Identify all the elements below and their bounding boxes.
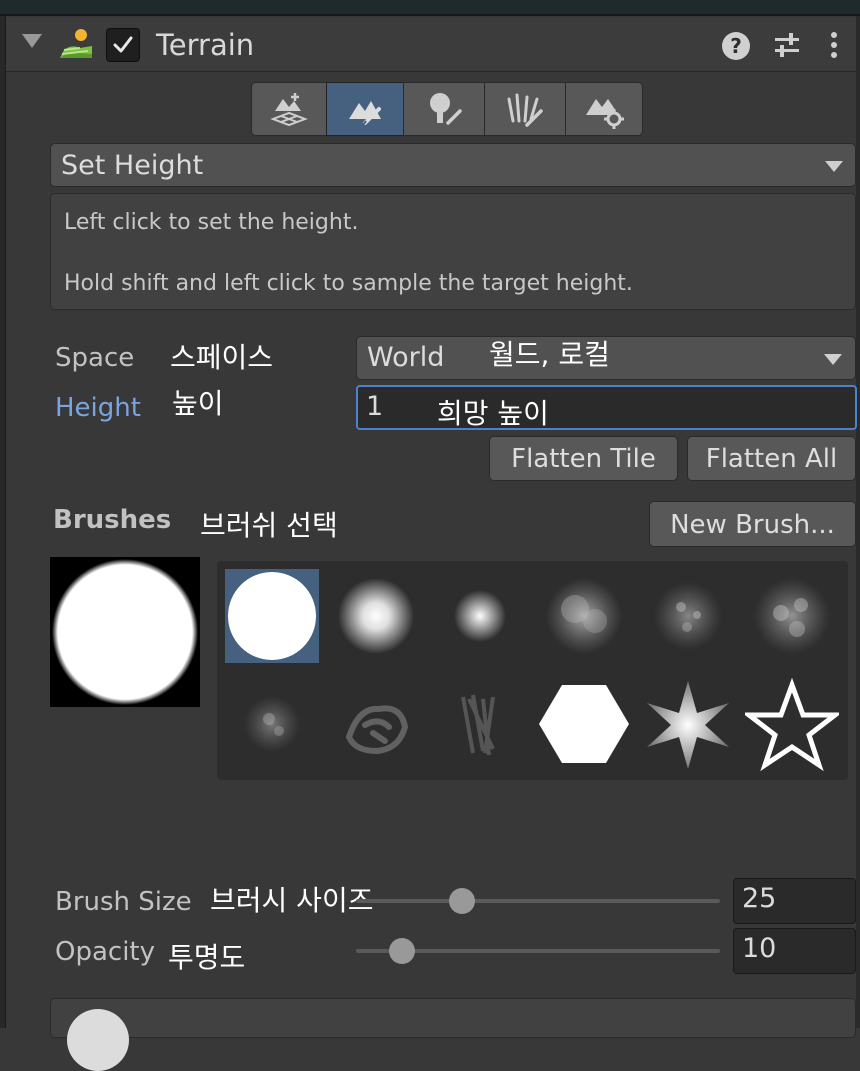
brush-star-burst[interactable] — [641, 677, 735, 771]
brush-size-label: Brush Size — [55, 887, 192, 917]
new-brush-button[interactable]: New Brush... — [649, 501, 856, 547]
bottom-info-box — [50, 998, 856, 1071]
create-neighbor-terrains-icon — [270, 93, 308, 127]
brush-small-soft[interactable] — [433, 569, 527, 663]
help-line-1: Left click to set the height. — [64, 210, 359, 235]
brush-size-slider-track[interactable] — [356, 899, 720, 903]
brush-size-slider-thumb[interactable] — [449, 888, 475, 914]
brush-size-input[interactable]: 25 — [733, 878, 856, 924]
enable-checkbox[interactable] — [106, 28, 140, 62]
flatten-all-button[interactable]: Flatten All — [687, 436, 856, 481]
height-input[interactable]: 1 — [356, 385, 857, 430]
space-annotation: 스페이스 — [170, 341, 274, 374]
brush-noise-1[interactable] — [641, 569, 735, 663]
presets-icon[interactable] — [772, 30, 802, 60]
brush-cloud-1[interactable] — [537, 569, 631, 663]
brush-soft-circle[interactable] — [329, 569, 423, 663]
brush-size-annotation: 브러시 사이즈 — [210, 884, 374, 917]
space-label: Space — [55, 343, 135, 373]
more-options-icon[interactable] — [828, 30, 840, 60]
brush-hexagon[interactable] — [537, 677, 631, 771]
tool-select-dropdown[interactable]: Set Height — [50, 143, 856, 187]
brush-size-value: 25 — [742, 883, 777, 914]
terrain-component-icon — [58, 28, 94, 62]
tool-create-neighbor-button[interactable] — [251, 82, 327, 136]
paint-terrain-icon — [349, 101, 381, 126]
checkmark-icon — [113, 36, 133, 53]
brush-noise-2[interactable] — [225, 677, 319, 771]
brush-streak[interactable] — [433, 677, 527, 771]
chevron-down-icon — [824, 354, 842, 365]
tool-terrain-settings-button[interactable] — [565, 82, 643, 136]
help-icon[interactable]: ? — [722, 32, 750, 60]
tool-paint-trees-button[interactable] — [403, 82, 485, 136]
brush-star-outline[interactable] — [741, 677, 843, 772]
panel-left-edge — [0, 16, 6, 1028]
brush-grid — [217, 561, 848, 780]
height-annotation: 높이 — [172, 387, 224, 420]
opacity-label: Opacity — [55, 937, 156, 967]
foldout-arrow-icon[interactable] — [22, 34, 42, 48]
help-line-2: Hold shift and left click to sample the … — [64, 271, 633, 296]
chevron-down-icon — [825, 161, 843, 172]
opacity-value: 10 — [742, 933, 777, 964]
window-top-bar — [0, 0, 860, 16]
tool-help-box: Left click to set the height. Hold shift… — [50, 193, 856, 310]
paint-details-icon — [507, 93, 543, 127]
paint-trees-icon — [430, 93, 462, 125]
brushes-label: Brushes — [53, 505, 172, 535]
brush-cell[interactable] — [329, 677, 423, 771]
brush-hard-circle[interactable] — [225, 569, 319, 663]
space-value: World — [367, 342, 445, 373]
component-title: Terrain — [156, 28, 255, 62]
opacity-annotation: 투명도 — [168, 941, 246, 974]
space-value-annotation: 월드, 로컬 — [489, 338, 610, 371]
brush-cloud-2[interactable] — [745, 569, 839, 663]
panel-right-edge — [856, 16, 860, 1028]
height-value-annotation: 희망 높이 — [437, 397, 549, 430]
opacity-slider-thumb[interactable] — [389, 938, 415, 964]
height-label: Height — [55, 393, 141, 423]
flatten-tile-button[interactable]: Flatten Tile — [489, 436, 678, 481]
height-value: 1 — [366, 391, 384, 422]
terrain-settings-icon — [586, 99, 624, 129]
space-dropdown[interactable]: World 월드, 로컬 — [356, 336, 856, 380]
tool-paint-terrain-button[interactable] — [326, 82, 404, 136]
brush-preview — [50, 557, 200, 707]
brushes-annotation: 브러쉬 선택 — [200, 509, 338, 542]
opacity-input[interactable]: 10 — [733, 928, 856, 974]
info-icon — [67, 1009, 129, 1071]
tool-paint-details-button[interactable] — [484, 82, 566, 136]
tool-select-value: Set Height — [61, 150, 204, 181]
